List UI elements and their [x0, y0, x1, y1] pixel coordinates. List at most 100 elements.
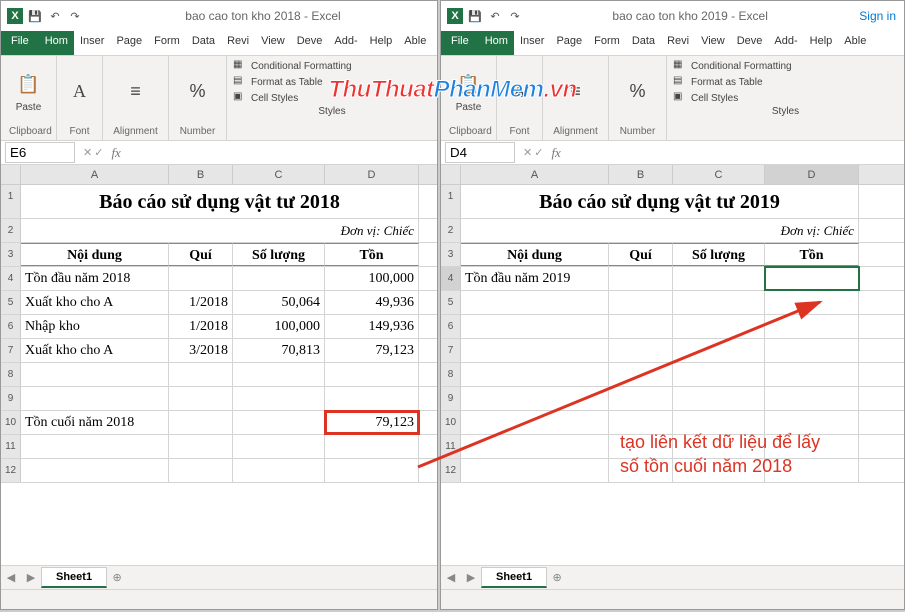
row-head[interactable]: 6	[1, 315, 21, 338]
cell-B6[interactable]	[609, 315, 673, 338]
cell-A11[interactable]	[461, 435, 609, 458]
cell-C7[interactable]: 70,813	[233, 339, 325, 362]
row-head[interactable]: 7	[1, 339, 21, 362]
menu-page[interactable]: Page	[550, 31, 588, 55]
alignment-icon[interactable]: ≡	[563, 78, 589, 106]
row-head[interactable]: 12	[441, 459, 461, 482]
cell-B10[interactable]	[169, 411, 233, 434]
cell-C5[interactable]: 50,064	[233, 291, 325, 314]
cell-C12[interactable]	[673, 459, 765, 482]
alignment-icon[interactable]: ≡	[123, 78, 149, 106]
cell-B5[interactable]: 1/2018	[169, 291, 233, 314]
row-head[interactable]: 3	[441, 243, 461, 266]
menu-add-[interactable]: Add-	[768, 31, 803, 55]
cell-A9[interactable]	[461, 387, 609, 410]
unit-cell[interactable]: Đơn vị: Chiếc	[21, 219, 419, 242]
save-icon[interactable]: 💾	[467, 8, 483, 24]
cell-D5[interactable]	[765, 291, 859, 314]
cell-B8[interactable]	[609, 363, 673, 386]
cell-C6[interactable]	[673, 315, 765, 338]
menu-view[interactable]: View	[695, 31, 731, 55]
grid[interactable]: A B C D 1Báo cáo sử dụng vật tư 20192Đơn…	[441, 165, 904, 565]
menu-file[interactable]: File	[1, 31, 39, 55]
hdr-c[interactable]: Số lượng	[233, 243, 325, 266]
menu-data[interactable]: Data	[186, 31, 221, 55]
prev-sheet-icon[interactable]: ◀	[1, 571, 21, 584]
cancel-icon[interactable]: ✕	[523, 146, 532, 159]
paste-icon[interactable]: 📋	[456, 70, 482, 98]
cell-A10[interactable]	[461, 411, 609, 434]
cell-C10[interactable]	[673, 411, 765, 434]
row-head[interactable]: 12	[1, 459, 21, 482]
select-all-corner[interactable]	[1, 165, 21, 184]
row-head[interactable]: 2	[441, 219, 461, 242]
col-D[interactable]: D	[765, 165, 859, 184]
cell-A8[interactable]	[461, 363, 609, 386]
prev-sheet-icon[interactable]: ◀	[441, 571, 461, 584]
cell-D10[interactable]: 79,123	[325, 411, 419, 434]
menu-inser[interactable]: Inser	[74, 31, 110, 55]
hdr-d[interactable]: Tồn	[325, 243, 419, 266]
name-box[interactable]	[5, 142, 75, 163]
row-head[interactable]: 4	[441, 267, 461, 290]
fx-label[interactable]: fx	[547, 145, 564, 161]
cell-B9[interactable]	[609, 387, 673, 410]
cell-C7[interactable]	[673, 339, 765, 362]
cell-C8[interactable]	[233, 363, 325, 386]
cell-A5[interactable]	[461, 291, 609, 314]
cell-A10[interactable]: Tồn cuối năm 2018	[21, 411, 169, 434]
cell-A12[interactable]	[21, 459, 169, 482]
cell-B12[interactable]	[169, 459, 233, 482]
cell-B11[interactable]	[609, 435, 673, 458]
menu-form[interactable]: Form	[148, 31, 186, 55]
row-head[interactable]: 8	[441, 363, 461, 386]
cell-styles[interactable]: ▣Cell Styles	[673, 90, 898, 106]
menu-hom[interactable]: Hom	[39, 31, 74, 55]
undo-icon[interactable]: ↶	[47, 8, 63, 24]
hdr-a[interactable]: Nội dung	[461, 243, 609, 266]
row-head[interactable]: 4	[1, 267, 21, 290]
menu-able[interactable]: Able	[838, 31, 872, 55]
hdr-a[interactable]: Nội dung	[21, 243, 169, 266]
row-head[interactable]: 9	[1, 387, 21, 410]
col-A[interactable]: A	[21, 165, 169, 184]
cell-C8[interactable]	[673, 363, 765, 386]
row-head[interactable]: 10	[441, 411, 461, 434]
cell-C9[interactable]	[233, 387, 325, 410]
cell-B7[interactable]	[609, 339, 673, 362]
cell-D12[interactable]	[325, 459, 419, 482]
cancel-icon[interactable]: ✕	[83, 146, 92, 159]
row-head[interactable]: 2	[1, 219, 21, 242]
next-sheet-icon[interactable]: ▶	[21, 571, 41, 584]
redo-icon[interactable]: ↷	[507, 8, 523, 24]
menu-add-[interactable]: Add-	[328, 31, 363, 55]
format-as-table[interactable]: ▤Format as Table	[233, 74, 431, 90]
save-icon[interactable]: 💾	[27, 8, 43, 24]
menu-view[interactable]: View	[255, 31, 291, 55]
cell-B9[interactable]	[169, 387, 233, 410]
menu-help[interactable]: Help	[804, 31, 839, 55]
select-all-corner[interactable]	[441, 165, 461, 184]
name-box[interactable]	[445, 142, 515, 163]
cell-D4[interactable]	[765, 267, 859, 290]
hdr-c[interactable]: Số lượng	[673, 243, 765, 266]
cell-A9[interactable]	[21, 387, 169, 410]
col-B[interactable]: B	[609, 165, 673, 184]
menu-revi[interactable]: Revi	[221, 31, 255, 55]
cell-C4[interactable]	[233, 267, 325, 290]
cell-D9[interactable]	[325, 387, 419, 410]
cell-C4[interactable]	[673, 267, 765, 290]
title-cell[interactable]: Báo cáo sử dụng vật tư 2019	[461, 185, 859, 218]
col-B[interactable]: B	[169, 165, 233, 184]
cell-A7[interactable]	[461, 339, 609, 362]
row-head[interactable]: 5	[1, 291, 21, 314]
cell-D7[interactable]: 79,123	[325, 339, 419, 362]
cell-B4[interactable]	[609, 267, 673, 290]
conditional-formatting[interactable]: ▦Conditional Formatting	[233, 58, 431, 74]
hdr-b[interactable]: Quí	[169, 243, 233, 266]
add-sheet-icon[interactable]: ⊕	[107, 571, 127, 584]
row-head[interactable]: 11	[1, 435, 21, 458]
cell-B8[interactable]	[169, 363, 233, 386]
col-C[interactable]: C	[673, 165, 765, 184]
row-head[interactable]: 3	[1, 243, 21, 266]
